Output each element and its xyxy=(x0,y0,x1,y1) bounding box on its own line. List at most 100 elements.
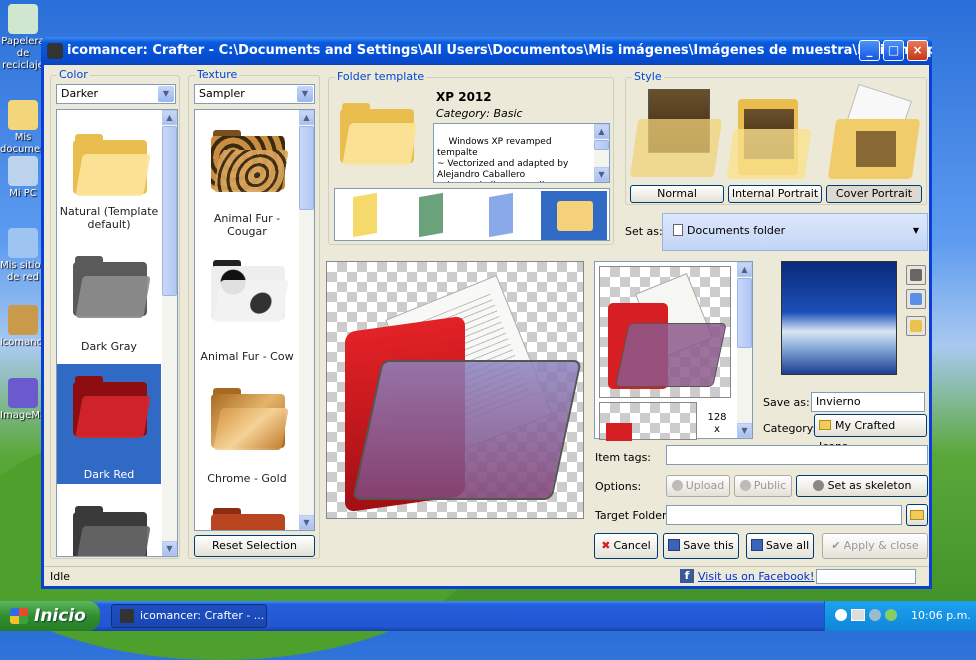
public-toggle[interactable]: Public xyxy=(734,475,792,497)
texture-item-rust[interactable] xyxy=(195,500,299,530)
reset-selection-button[interactable]: Reset Selection xyxy=(194,535,315,557)
toggle-icon xyxy=(812,480,824,491)
taskbar-item-crafter[interactable]: icomancer: Crafter - ... xyxy=(111,604,267,628)
app-icon xyxy=(120,609,134,623)
scroll-up-icon[interactable]: ▲ xyxy=(299,110,314,125)
set-as-select[interactable]: Documents folder ▼ xyxy=(662,213,928,251)
save-all-button[interactable]: Save all xyxy=(746,533,814,559)
category-label: Category: xyxy=(763,422,817,435)
folder-swatch xyxy=(211,260,289,322)
clock[interactable]: 10:06 p.m. xyxy=(911,601,971,631)
image-search-button[interactable] xyxy=(906,316,926,336)
color-item-label: Dark Gray xyxy=(81,340,137,353)
title-bar[interactable]: icomancer: Crafter - C:\Documents and Se… xyxy=(41,37,932,65)
desktop-icon-my-pc[interactable]: Mi PC xyxy=(0,156,46,200)
style-cover-portrait-button[interactable]: Cover Portrait xyxy=(826,185,922,203)
preview-128[interactable] xyxy=(599,266,731,398)
style-cover-preview[interactable] xyxy=(827,83,921,181)
upload-toggle[interactable]: Upload xyxy=(666,475,730,497)
color-item-dark[interactable] xyxy=(57,494,161,556)
folder-swatch xyxy=(73,506,151,556)
search-icon[interactable] xyxy=(835,609,847,621)
start-button[interactable]: Inicio xyxy=(0,601,100,631)
template-description[interactable]: Windows XP revamped tempalte ~ Vectorize… xyxy=(433,123,610,183)
size-preview-list[interactable]: 128 x ▲ ▼ xyxy=(594,261,753,441)
scroll-thumb[interactable] xyxy=(737,278,752,348)
style-internal-portrait-button[interactable]: Internal Portrait xyxy=(728,185,822,203)
variant-selected[interactable] xyxy=(541,191,607,240)
speaker-icon[interactable] xyxy=(869,609,881,621)
image-info-button[interactable] xyxy=(906,265,926,285)
folder-swatch xyxy=(73,376,151,438)
description-scrollbar[interactable]: ▲ ▼ xyxy=(594,124,609,182)
desktop-icon-icomancer[interactable]: icomancer xyxy=(0,305,52,349)
minimize-button[interactable]: _ xyxy=(859,40,880,61)
color-item-natural[interactable]: Natural (Template default) xyxy=(57,110,161,231)
save-this-label: Save this xyxy=(683,539,734,552)
variant-green[interactable] xyxy=(419,192,443,238)
save-all-icon xyxy=(750,539,763,551)
texture-item-cow[interactable]: Animal Fur - Cow xyxy=(195,240,299,363)
imagemagick-icon xyxy=(8,378,38,408)
tray-app-icon[interactable] xyxy=(885,609,897,621)
color-item-dark-red[interactable]: Dark Red xyxy=(57,364,161,484)
texture-list-scrollbar[interactable]: ▲ ▼ xyxy=(299,110,314,530)
style-normal-preview[interactable] xyxy=(629,89,723,181)
preview-size-label: 128 x xyxy=(707,412,727,435)
texture-item-cougar[interactable]: Animal Fur - Cougar xyxy=(195,110,299,238)
facebook-icon: f xyxy=(680,569,694,583)
texture-item-chrome-gold[interactable]: Chrome - Gold xyxy=(195,374,299,494)
scroll-down-icon[interactable]: ▼ xyxy=(737,423,752,438)
item-tags-input[interactable] xyxy=(666,445,928,465)
source-save-as-input[interactable]: Invierno xyxy=(811,392,925,412)
desktop-icon-recycle-bin[interactable]: Papelera de reciclaje xyxy=(0,4,46,72)
texture-select-value: Sampler xyxy=(199,87,245,100)
crafter-window: icomancer: Crafter - C:\Documents and Se… xyxy=(41,37,932,589)
search-icon xyxy=(910,320,922,332)
save-this-button[interactable]: Save this xyxy=(663,533,739,559)
image-browse-button[interactable] xyxy=(906,289,926,309)
desktop-icon-my-documents[interactable]: Mis documentos xyxy=(0,100,62,156)
desktop-icon-imagemagick[interactable]: ImageMagick xyxy=(0,378,67,422)
color-select[interactable]: Darker ▼ xyxy=(56,84,176,104)
template-variants[interactable] xyxy=(334,188,610,241)
color-item-label: Dark Red xyxy=(83,468,135,481)
set-as-skeleton-toggle[interactable]: Set as skeleton xyxy=(796,475,928,497)
close-button[interactable]: × xyxy=(907,40,928,61)
scroll-down-icon[interactable]: ▼ xyxy=(299,515,314,530)
template-name: XP 2012 xyxy=(436,90,492,104)
facebook-link[interactable]: Visit us on Facebook! xyxy=(698,570,814,583)
texture-list[interactable]: Animal Fur - Cougar Animal Fur - Cow Chr… xyxy=(194,109,315,531)
preview-64[interactable] xyxy=(599,402,697,441)
texture-select[interactable]: Sampler ▼ xyxy=(194,84,315,104)
color-list[interactable]: Natural (Template default) Dark Gray Dar… xyxy=(56,109,178,557)
desktop-icon-network[interactable]: Mis sitios de red xyxy=(0,228,46,284)
scroll-up-icon[interactable]: ▲ xyxy=(162,110,177,125)
target-folder-label: Target Folder: xyxy=(595,509,671,522)
style-normal-button[interactable]: Normal xyxy=(630,185,724,203)
scroll-down-icon[interactable]: ▼ xyxy=(162,541,177,556)
template-description-text: Windows XP revamped tempalte ~ Vectorize… xyxy=(437,137,569,182)
template-preview-icon xyxy=(340,103,418,165)
scroll-thumb[interactable] xyxy=(299,126,314,210)
texture-item-label: Chrome - Gold xyxy=(207,472,287,485)
scroll-thumb[interactable] xyxy=(162,126,177,296)
color-list-scrollbar[interactable]: ▲ ▼ xyxy=(162,110,177,556)
browse-folder-button[interactable] xyxy=(906,504,928,526)
apply-close-button[interactable]: ✔ Apply & close xyxy=(822,533,928,559)
target-folder-input[interactable] xyxy=(666,505,902,525)
cancel-button[interactable]: ✖ Cancel xyxy=(594,533,658,559)
style-internal-preview[interactable] xyxy=(726,99,816,181)
color-item-dark-gray[interactable]: Dark Gray xyxy=(57,240,161,360)
scroll-up-icon[interactable]: ▲ xyxy=(737,262,752,277)
variant-blue[interactable] xyxy=(489,192,513,238)
maximize-button[interactable]: □ xyxy=(883,40,904,61)
size-preview-scrollbar[interactable]: ▲ ▼ xyxy=(737,262,752,438)
folder-icon xyxy=(910,510,924,520)
desktop-icon-label: Mi PC xyxy=(9,188,37,199)
variant-yellow[interactable] xyxy=(353,192,377,238)
network-icon[interactable] xyxy=(851,609,865,621)
category-button[interactable]: My Crafted Icons xyxy=(814,414,927,453)
template-category: Category: Basic xyxy=(436,107,523,120)
windows-logo-icon xyxy=(10,608,28,624)
